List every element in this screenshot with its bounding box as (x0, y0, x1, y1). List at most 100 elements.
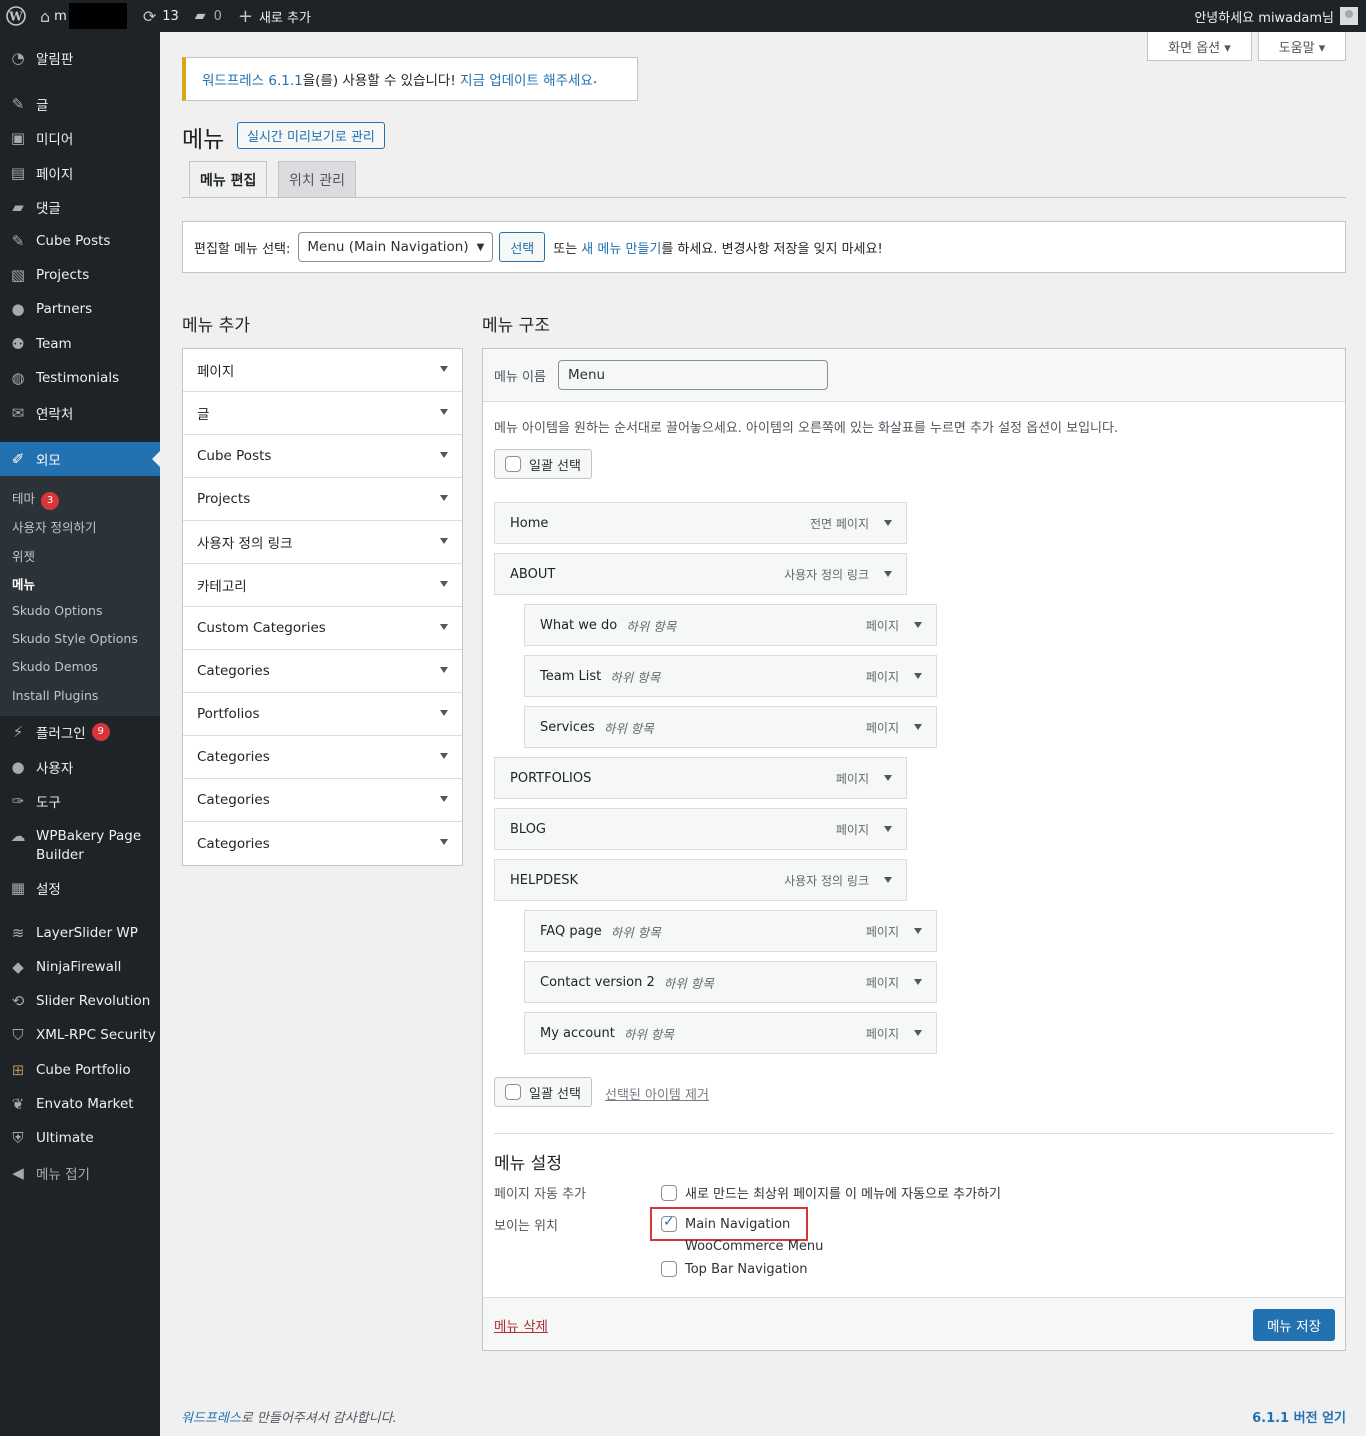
save-menu-button[interactable]: 메뉴 저장 (1253, 1309, 1335, 1341)
menu-name-input[interactable]: Menu (557, 360, 828, 390)
menu-item[interactable]: FAQ page 하위 항목 페이지 (524, 910, 937, 952)
sidebar-item-plugins[interactable]: ⚡ 플러그인 9 (0, 722, 160, 742)
menu-item[interactable]: HELPDESK 사용자 정의 링크 (494, 859, 907, 901)
tab-manage-locations[interactable]: 위치 관리 (278, 161, 356, 197)
sidebar-item-appearance[interactable]: ✐ 외모 (0, 442, 160, 476)
location-woocommerce-menu[interactable]: WooCommerce Menu (661, 1240, 823, 1254)
updates-link[interactable]: ⟳ 13 (135, 0, 187, 32)
sidebar-item-settings[interactable]: ▦ 설정 (0, 878, 160, 898)
accordion-item[interactable]: 글 (183, 392, 462, 435)
sidebar-item-wpbakery[interactable]: ☁ WPBakery Page Builder (0, 827, 160, 865)
divider (494, 1133, 1334, 1134)
submenu-themes[interactable]: 테마 3 (12, 488, 60, 510)
menu-item[interactable]: My account 하위 항목 페이지 (524, 1012, 937, 1054)
menu-item[interactable]: What we do 하위 항목 페이지 (524, 604, 937, 646)
sidebar-item-testimonials[interactable]: ◍ Testimonials (0, 369, 160, 387)
update-now-link[interactable]: 지금 업데이트 해주세요 (460, 69, 593, 89)
sidebar-item-posts[interactable]: ✎ 글 (0, 94, 160, 114)
sidebar-item-media[interactable]: ▣ 미디어 (0, 128, 160, 148)
accordion-item[interactable]: Categories (183, 822, 462, 865)
triangle-down-icon[interactable] (884, 877, 892, 883)
accordion-item[interactable]: Categories (183, 779, 462, 822)
checkbox[interactable] (505, 456, 521, 472)
accordion-item[interactable]: Cube Posts (183, 435, 462, 478)
live-preview-button[interactable]: 실시간 미리보기로 관리 (237, 122, 385, 149)
bulk-select-bottom[interactable]: 일괄 선택 (494, 1077, 592, 1107)
menu-item[interactable]: Team List 하위 항목 페이지 (524, 655, 937, 697)
checkbox[interactable] (505, 1084, 521, 1100)
triangle-down-icon[interactable] (884, 775, 892, 781)
triangle-down-icon[interactable] (914, 979, 922, 985)
accordion-item[interactable]: 사용자 정의 링크 (183, 521, 462, 564)
sidebar-item-projects[interactable]: ▧ Projects (0, 266, 160, 284)
pin-icon: ✎ (11, 95, 25, 113)
sidebar-item-cube-posts[interactable]: ✎ Cube Posts (0, 232, 160, 250)
tab-edit-menus[interactable]: 메뉴 편집 (189, 161, 268, 198)
triangle-down-icon[interactable] (914, 622, 922, 628)
sidebar-item-dashboard[interactable]: ◔ 알림판 (0, 48, 160, 68)
submenu-skudo-options[interactable]: Skudo Options (12, 603, 103, 618)
menu-item[interactable]: Contact version 2 하위 항목 페이지 (524, 961, 937, 1003)
new-content-link[interactable]: + 새로 추가 (230, 0, 319, 32)
accordion-item[interactable]: Projects (183, 478, 462, 521)
menu-item[interactable]: Home 전면 페이지 (494, 502, 907, 544)
menu-item[interactable]: BLOG 페이지 (494, 808, 907, 850)
triangle-down-icon[interactable] (884, 520, 892, 526)
sidebar-item-ninjafirewall[interactable]: ◆ NinjaFirewall (0, 958, 160, 976)
collapse-menu-button[interactable]: ◀ 메뉴 접기 (0, 1163, 160, 1183)
triangle-down-icon[interactable] (914, 1030, 922, 1036)
accordion-item[interactable]: 페이지 (183, 349, 462, 392)
submenu-customize[interactable]: 사용자 정의하기 (12, 517, 96, 536)
create-new-menu-link[interactable]: 새 메뉴 만들기 (581, 238, 661, 257)
sidebar-item-slider-revolution[interactable]: ⟲ Slider Revolution (0, 992, 160, 1010)
accordion-item[interactable]: 카테고리 (183, 564, 462, 607)
triangle-down-icon[interactable] (884, 571, 892, 577)
select-menu-button[interactable]: 선택 (499, 232, 546, 262)
wordpress-version-link[interactable]: 워드프레스 6.1.1 (202, 69, 303, 89)
auto-add-option[interactable]: 새로 만드는 최상위 페이지를 이 메뉴에 자동으로 추가하기 (661, 1183, 1001, 1202)
sidebar-item-comments[interactable]: ▰ 댓글 (0, 197, 160, 217)
sidebar-item-envato-market[interactable]: ❦ Envato Market (0, 1095, 160, 1113)
location-top-bar-navigation[interactable]: Top Bar Navigation (661, 1261, 808, 1277)
get-version-link[interactable]: 6.1.1 버전 얻기 (1252, 1411, 1346, 1426)
submenu-install-plugins[interactable]: Install Plugins (12, 688, 98, 703)
sidebar-item-pages[interactable]: ▤ 페이지 (0, 163, 160, 183)
sidebar-item-cube-portfolio[interactable]: ⊞ Cube Portfolio (0, 1061, 160, 1079)
menu-select[interactable]: Menu (Main Navigation) ▼ (298, 232, 494, 262)
triangle-down-icon[interactable] (914, 928, 922, 934)
bulk-select-top[interactable]: 일괄 선택 (494, 449, 592, 479)
triangle-down-icon[interactable] (914, 673, 922, 679)
accordion-item[interactable]: Custom Categories (183, 607, 462, 650)
submenu-skudo-style-options[interactable]: Skudo Style Options (12, 631, 138, 646)
site-name-link[interactable]: ⌂ m (32, 0, 135, 32)
sidebar-item-contact[interactable]: ✉ 연락처 (0, 403, 160, 423)
sidebar-item-layerslider[interactable]: ≋ LayerSlider WP (0, 924, 160, 942)
menu-item[interactable]: ABOUT 사용자 정의 링크 (494, 553, 907, 595)
sidebar-item-xmlrpc-security[interactable]: ⛉ XML-RPC Security (0, 1026, 160, 1044)
delete-menu-link[interactable]: 메뉴 삭제 (494, 1315, 548, 1335)
submenu-skudo-demos[interactable]: Skudo Demos (12, 659, 98, 674)
my-account-link[interactable]: 안녕하세요 miwadam님 (1186, 0, 1366, 32)
checkbox[interactable] (661, 1184, 677, 1201)
menu-item[interactable]: Services 하위 항목 페이지 (524, 706, 937, 748)
sidebar-item-users[interactable]: ● 사용자 (0, 757, 160, 777)
sidebar-item-partners[interactable]: ● Partners (0, 300, 160, 318)
sidebar-item-tools[interactable]: ✑ 도구 (0, 791, 160, 811)
triangle-down-icon[interactable] (914, 724, 922, 730)
submenu-widgets[interactable]: 위젯 (12, 546, 35, 565)
sidebar-item-ultimate[interactable]: ⛨ Ultimate (0, 1129, 160, 1147)
sidebar-item-team[interactable]: ⚉ Team (0, 335, 160, 353)
menu-item[interactable]: PORTFOLIOS 페이지 (494, 757, 907, 799)
help-button[interactable]: 도움말 ▾ (1258, 32, 1346, 61)
remove-selected-link[interactable]: 선택된 아이템 제거 (605, 1084, 709, 1103)
screen-options-button[interactable]: 화면 옵션 ▾ (1147, 32, 1252, 61)
wordpress-link[interactable]: 워드프레스 (181, 1411, 241, 1426)
comments-link[interactable]: ▰ 0 (187, 0, 230, 32)
triangle-down-icon[interactable] (884, 826, 892, 832)
accordion-item[interactable]: Categories (183, 736, 462, 779)
accordion-item[interactable]: Portfolios (183, 693, 462, 736)
checkbox[interactable] (661, 1261, 677, 1277)
accordion-item[interactable]: Categories (183, 650, 462, 693)
submenu-menus[interactable]: 메뉴 (12, 574, 35, 593)
wordpress-logo-icon[interactable]: W (0, 0, 32, 32)
